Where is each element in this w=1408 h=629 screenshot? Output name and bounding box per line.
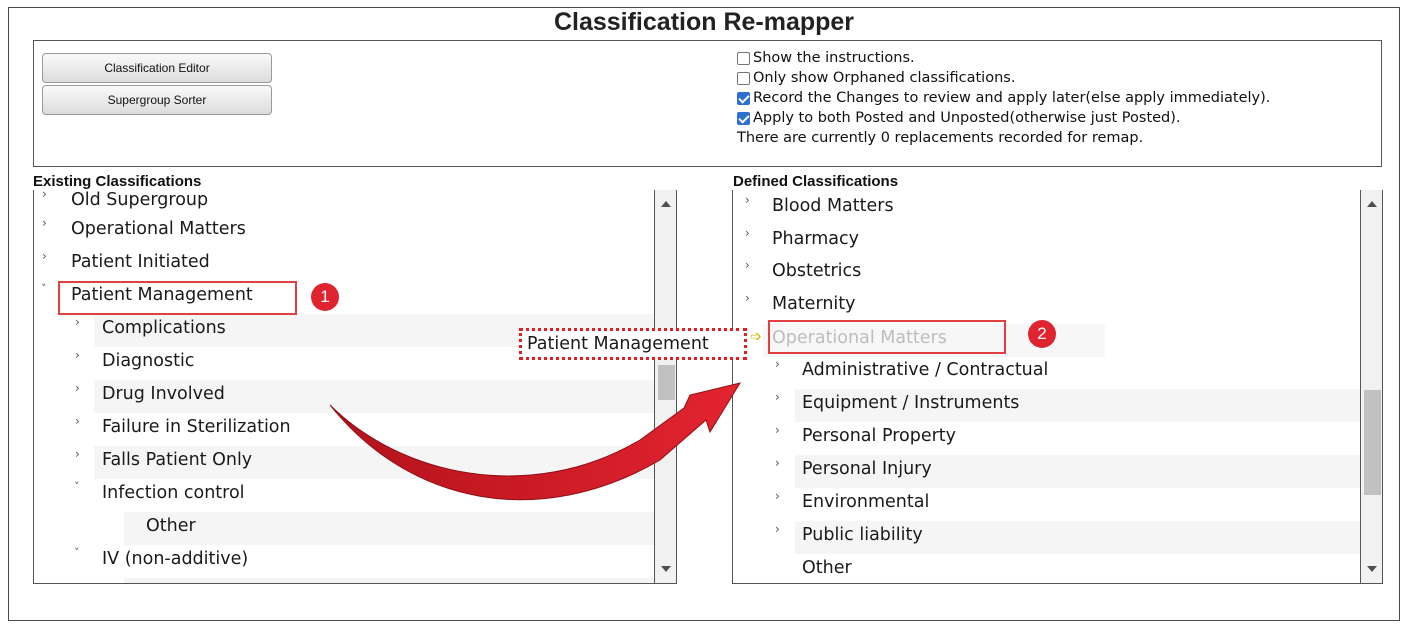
step-badge-1: 1 — [311, 283, 339, 311]
step-badge-2: 2 — [1028, 320, 1056, 348]
drag-ghost-item: Patient Management — [519, 328, 747, 360]
drop-target-arrow-icon: ➩ — [750, 329, 762, 345]
highlight-box-target — [768, 320, 1006, 354]
highlight-box-source — [58, 281, 297, 315]
